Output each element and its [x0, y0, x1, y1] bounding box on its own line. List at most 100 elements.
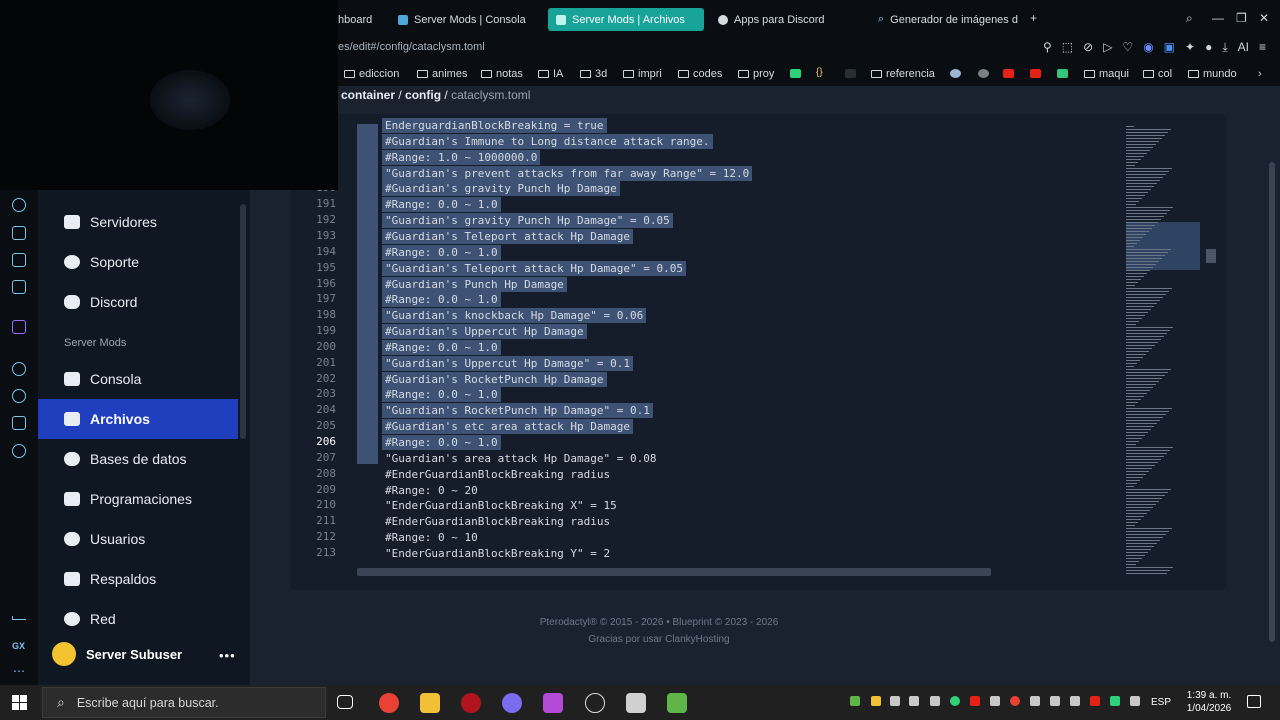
tray-icon[interactable]: [1110, 696, 1120, 706]
heart-icon[interactable]: ♡: [1122, 40, 1133, 55]
editor-vertical-scrollbar[interactable]: [1206, 249, 1216, 263]
site-icon[interactable]: [790, 69, 801, 78]
sidebar-scrollbar[interactable]: [240, 204, 246, 439]
bookmark-maqui[interactable]: maqui: [1084, 68, 1129, 80]
tray-icon[interactable]: [970, 696, 980, 706]
menu-icon[interactable]: ≡: [1259, 40, 1266, 55]
site-icon[interactable]: [1057, 69, 1068, 78]
taskbar-clock[interactable]: 1:39 a. m. 1/04/2026: [1180, 689, 1238, 715]
code-line[interactable]: #Guardian's Immune to Long distance atta…: [290, 133, 1090, 150]
steam-icon[interactable]: [950, 69, 961, 78]
app-icon[interactable]: [626, 693, 646, 713]
bookmark-ediccion[interactable]: ediccion: [344, 68, 399, 80]
bookmark-col[interactable]: col: [1143, 68, 1172, 80]
clock-icon[interactable]: [12, 389, 26, 403]
tray-icon[interactable]: [1130, 696, 1140, 706]
discord-icon[interactable]: [502, 693, 522, 713]
page-scrollbar[interactable]: [1269, 162, 1275, 642]
breadcrumb-config[interactable]: config: [405, 88, 441, 102]
code-line[interactable]: 202 #Guardian's RocketPunch Hp Damage: [290, 371, 1090, 388]
sidebar-item-consola[interactable]: Consola: [38, 359, 238, 399]
sidebar-item-bases-de-datos[interactable]: Bases de datos: [38, 439, 238, 479]
robot-icon[interactable]: [12, 226, 26, 240]
sidebar-item-programaciones[interactable]: Programaciones: [38, 479, 238, 519]
code-line[interactable]: 198 "Guardian's knockback Hp Damage" = 0.…: [290, 308, 1090, 324]
code-line[interactable]: 197 #Range: 0.0 ~ 1.0: [290, 292, 1090, 308]
code-line[interactable]: 207 "Guardian's area attack Hp Damage" = …: [290, 451, 1090, 467]
bookmark-codes[interactable]: codes: [678, 68, 722, 80]
tray-icon[interactable]: [850, 696, 860, 706]
tray-icon[interactable]: [871, 696, 881, 706]
sidebar-item-discord[interactable]: Discord: [38, 282, 238, 322]
user-menu[interactable]: Server Subuser: [52, 642, 182, 666]
play-icon[interactable]: ▷: [1103, 40, 1112, 55]
site-icon[interactable]: [845, 69, 856, 78]
steam-icon[interactable]: [585, 693, 605, 713]
user-menu-button[interactable]: •••: [219, 648, 236, 663]
search-icon[interactable]: ⌕: [1186, 11, 1193, 26]
code-line[interactable]: 208 #EnderGuardianBlockBreaking radius: [290, 467, 1090, 483]
url-input[interactable]: es/edit#/config/cataclysm.toml: [338, 41, 485, 53]
taskbar-search-input[interactable]: ⌕ Escribe aquí para buscar.: [42, 687, 326, 718]
task-view-icon[interactable]: [337, 695, 353, 709]
puzzle-icon[interactable]: [12, 416, 26, 430]
bookmark-notas[interactable]: notas: [481, 68, 523, 80]
code-line[interactable]: 203 #Range: 0.0 ~ 1.0: [290, 387, 1090, 403]
gear-icon[interactable]: [12, 444, 26, 458]
tray-icon[interactable]: [1010, 696, 1020, 706]
bookmark-mundo[interactable]: mundo: [1188, 68, 1237, 80]
code-editor[interactable]: EnderguardianBlockBreaking = true #Guardi…: [290, 114, 1226, 590]
sidebar-item-usuarios[interactable]: Usuarios: [38, 519, 238, 559]
maximize-icon[interactable]: ❐: [1236, 11, 1247, 25]
pin-icon[interactable]: ⚲: [1043, 40, 1052, 55]
mail-icon[interactable]: [12, 280, 26, 294]
tray-icon[interactable]: [909, 696, 919, 706]
opera-gx-icon[interactable]: [461, 693, 481, 713]
code-line[interactable]: 189"Guardian's prevent attacks from far …: [290, 165, 1090, 182]
code-line[interactable]: 204 "Guardian's RocketPunch Hp Damage" = …: [290, 403, 1090, 419]
breadcrumb-container[interactable]: container: [341, 88, 395, 102]
sidebar-item-archivos[interactable]: Archivos: [38, 399, 238, 439]
twitch-icon[interactable]: [12, 320, 26, 334]
code-lines[interactable]: EnderguardianBlockBreaking = true #Guardi…: [290, 114, 1226, 590]
tab-apps-discord[interactable]: Apps para Discord: [710, 8, 862, 31]
tab-generador[interactable]: ⌕ Generador de imágenes d: [870, 8, 1020, 31]
file-explorer-icon[interactable]: [420, 693, 440, 713]
tab-archivos[interactable]: Server Mods | Archivos: [548, 8, 704, 31]
code-line[interactable]: 199 #Guardian's Uppercut Hp Damage: [290, 324, 1090, 340]
tab-dashboard[interactable]: hboard: [330, 8, 388, 31]
bookmark-ia[interactable]: IA: [538, 68, 563, 80]
tab-consola[interactable]: Server Mods | Consola: [390, 8, 542, 31]
tray-icon[interactable]: [990, 696, 1000, 706]
code-line[interactable]: 206 #Range: 0.0 ~ 1.0: [290, 435, 1090, 451]
code-line[interactable]: 213 "EnderGuardianBlockBreaking Y" = 2: [290, 546, 1090, 562]
chart-icon[interactable]: [12, 253, 26, 267]
microphone-icon[interactable]: [890, 696, 900, 706]
new-tab-icon[interactable]: +: [1030, 11, 1037, 25]
notification-icon[interactable]: [1247, 695, 1261, 708]
code-line[interactable]: EnderguardianBlockBreaking = true: [290, 118, 1090, 134]
windows-start-icon[interactable]: [12, 695, 27, 710]
code-line[interactable]: 196 #Guardian's Punch Hp Damage: [290, 276, 1090, 293]
minimize-icon[interactable]: —: [1212, 11, 1224, 25]
bookmark-proy[interactable]: proy: [738, 68, 774, 80]
sidebar-item-soporte[interactable]: Soporte: [38, 242, 238, 282]
bookmark-referencia[interactable]: referencia: [871, 68, 935, 80]
screenshot-icon[interactable]: ⬚: [1062, 40, 1073, 55]
code-line[interactable]: 190#Guardian's gravity Punch Hp Damage: [290, 181, 1090, 197]
tray-icon[interactable]: [1090, 696, 1100, 706]
extension-icon[interactable]: ◉: [1143, 40, 1153, 55]
code-line[interactable]: 212 #Range: 0 ~ 10: [290, 530, 1090, 546]
more-icon[interactable]: ⋯: [13, 664, 25, 678]
code-line[interactable]: 193 #Guardian's Teleport attack Hp Damage: [290, 228, 1090, 245]
code-line[interactable]: 210 "EnderGuardianBlockBreaking X" = 15: [290, 498, 1090, 514]
code-line[interactable]: 194 #Range: 0.0 ~ 1.0: [290, 244, 1090, 261]
sidebar-item-servidores[interactable]: Servidores: [38, 202, 238, 242]
bookmark-3d[interactable]: 3d: [580, 68, 607, 80]
minimap[interactable]: [1126, 126, 1206, 576]
youtube-icon[interactable]: [1003, 69, 1014, 78]
tray-icon[interactable]: [930, 696, 940, 706]
code-line[interactable]: 211 #EnderGuardianBlockBreaking radius: [290, 514, 1090, 530]
tray-icon[interactable]: [950, 696, 960, 706]
bookmark-impri[interactable]: impri: [623, 68, 662, 80]
